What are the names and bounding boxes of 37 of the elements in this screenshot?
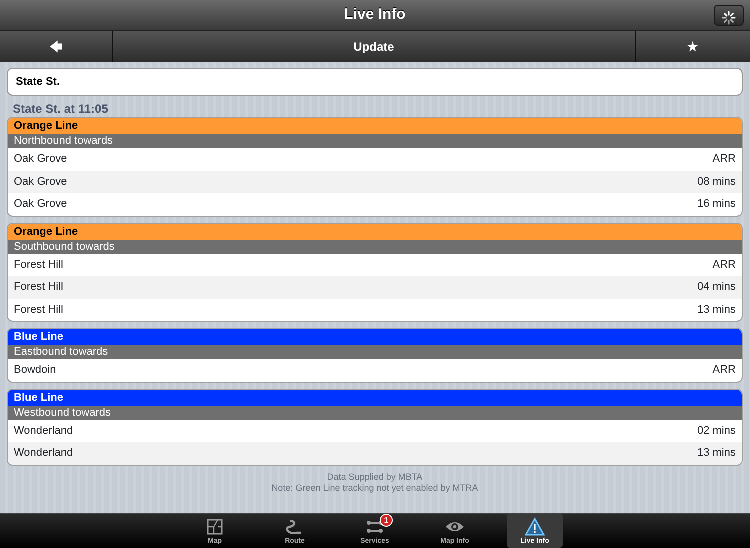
footer-note: Data Supplied by MBTA [326,472,424,482]
direction-label: Northbound towards [8,134,742,148]
favorite-button[interactable]: ★ [636,31,750,62]
direction-label: Southbound towards [8,240,742,254]
line-name: Orange Line [8,118,742,134]
section-heading: State St. at 11:05 [13,102,110,116]
stop-name: Oak Grove [14,152,68,167]
arrival-time: ARR [712,258,736,272]
line-name: Blue Line [8,329,742,345]
arrival-time: ARR [712,152,736,167]
stop-name: Forest Hill [14,302,64,318]
direction-label: Eastbound towards [8,345,742,359]
stop-name: Wonderland [14,424,74,438]
stop-name: Wonderland [14,446,74,461]
arrival-time: 04 mins [697,280,736,295]
footer-note: Note: Green Line tracking not yet enabled by MTRA [270,482,480,494]
line-name: Blue Line [8,390,742,406]
arrival-time: 13 mins [697,302,736,318]
arrival-time: 16 mins [697,197,736,212]
direction-label: Westbound towards [8,406,742,420]
window-title: Live Info [344,4,406,25]
arrival-time: ARR [712,363,736,378]
map-icon [205,517,225,537]
stop-name: Forest Hill [14,258,64,272]
refresh-button[interactable] [714,5,744,26]
stop-name: Oak Grove [14,197,68,212]
arrival-time: 02 mins [697,424,736,438]
line-name: Orange Line [8,224,742,240]
spinner-icon [722,10,736,25]
warning-icon [525,517,545,537]
arrival-time: 08 mins [697,174,736,190]
arrival-time: 13 mins [697,446,736,461]
stop-name: Oak Grove [14,174,68,190]
stop-name: Forest Hill [14,280,64,295]
search-field[interactable]: State St. [7,68,743,96]
stop-name: Bowdoin [14,363,56,378]
notification-badge: 1 [380,514,393,527]
